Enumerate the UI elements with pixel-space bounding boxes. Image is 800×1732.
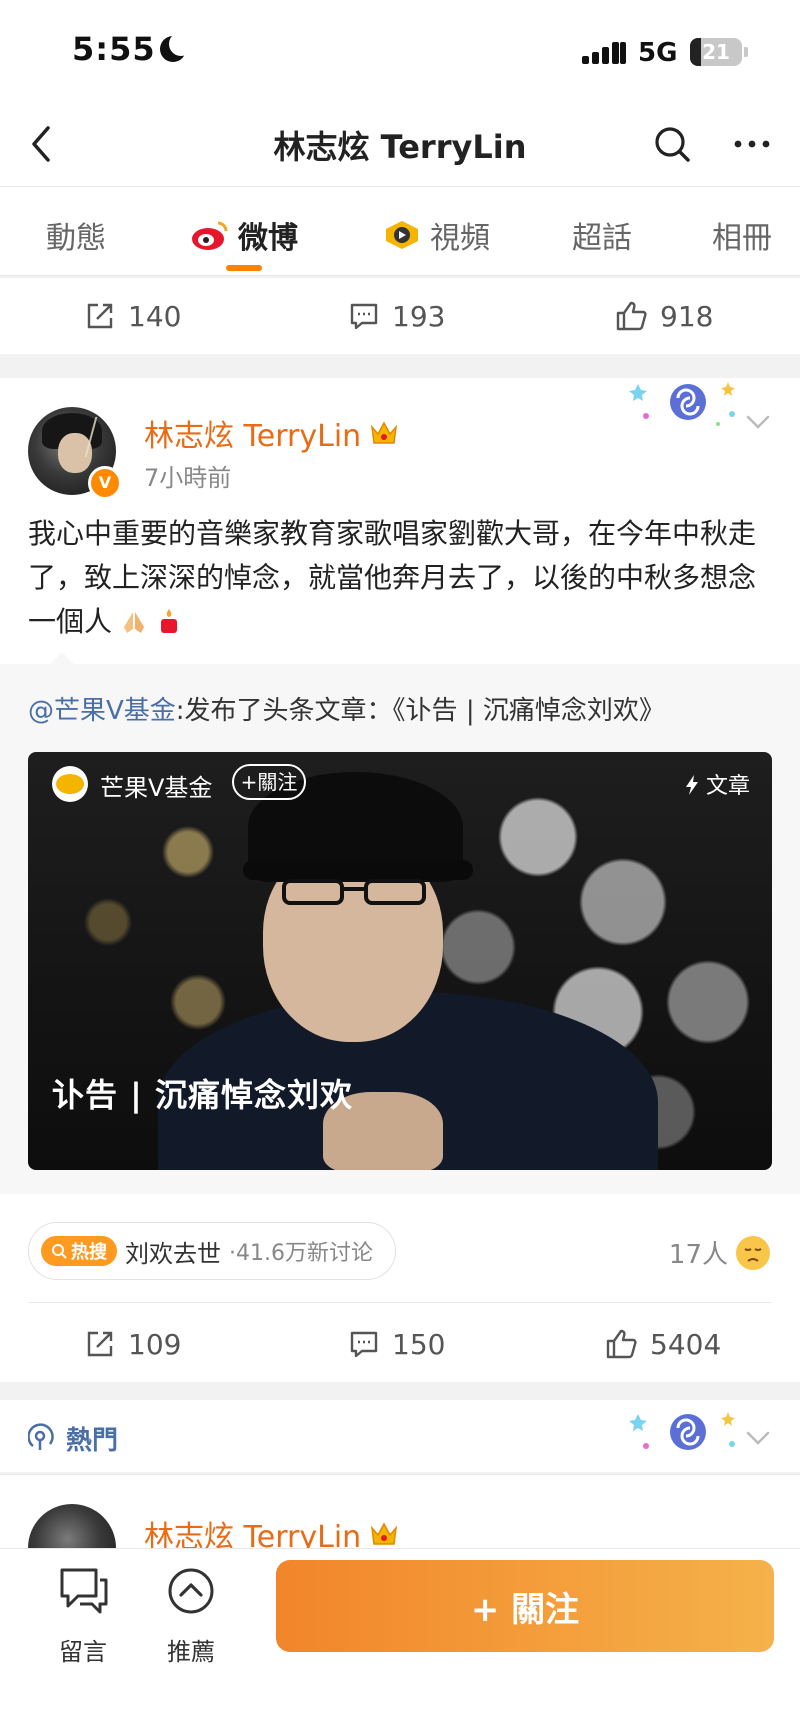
like-count: 5404 [650, 1327, 722, 1361]
cancer-sticker-icon [629, 382, 735, 426]
network-label: 5G [638, 38, 678, 68]
post-actions: 109 150 5404 [0, 1306, 800, 1382]
message-icon [60, 1568, 108, 1614]
pray-emoji-icon [123, 612, 144, 633]
tab-weibo[interactable]: 微博 [190, 213, 298, 257]
trend-meta: ·41.6万新讨论 [229, 1241, 373, 1266]
author-name: 林志炫 TerryLin [144, 419, 362, 454]
prev-post-actions: 140 193 918 [0, 278, 800, 354]
comment-icon [350, 1331, 378, 1358]
comment-count: 150 [392, 1327, 446, 1361]
hot-section-label: 熱門 [66, 1426, 119, 1456]
like-icon [616, 301, 647, 331]
comment-button[interactable]: 150 [348, 1306, 445, 1382]
weibo-icon [192, 221, 228, 250]
tab-feed[interactable]: 動態 [46, 213, 106, 257]
candle-emoji-icon [160, 609, 177, 633]
battery-cap [744, 47, 748, 57]
post-time: 7小時前 [144, 464, 232, 492]
search-icon [52, 1244, 67, 1259]
cancer-sticker-icon [629, 1412, 735, 1450]
tab-video[interactable]: 視頻 [382, 213, 490, 257]
repost-icon [87, 303, 113, 329]
repost-count: 140 [128, 299, 182, 333]
article-follow-button[interactable]: +關注 [232, 764, 306, 800]
tab-label: 動態 [46, 221, 106, 256]
article-tag: 文章 [685, 768, 750, 800]
divider [28, 1302, 772, 1303]
verified-badge-icon: V [88, 466, 122, 500]
repost-button[interactable]: 109 [84, 1306, 181, 1382]
video-icon [386, 221, 418, 249]
repost-icon [87, 1331, 113, 1357]
article-tag-label: 文章 [705, 774, 750, 799]
hot-search-badge: 热搜 [41, 1236, 117, 1266]
comment-tab-label: 留言 [59, 1638, 107, 1666]
recommend-tab-label: 推薦 [167, 1638, 215, 1666]
post-text: 我心中重要的音樂家教育家歌唱家劉歡大哥，在今年中秋走了，致上深深的悼念，就當他奔… [28, 512, 774, 644]
crown-icon [371, 421, 398, 444]
chevron-down-icon[interactable] [744, 412, 772, 432]
comment-tab-button[interactable]: 留言 [38, 1566, 128, 1667]
tab-supertopic[interactable]: 超話 [572, 213, 632, 257]
profile-tabs: 動態 微博 視頻 超話 相冊 [0, 187, 800, 276]
active-tab-indicator [226, 265, 262, 271]
repost-pointer [48, 652, 76, 666]
lightning-icon [685, 775, 698, 795]
like-button[interactable]: 5404 [604, 1306, 721, 1382]
article-title: 讣告 | 沉痛悼念刘欢 [52, 1076, 353, 1114]
repost-body: :发布了头条文章：《讣告 | 沉痛悼念刘欢》 [175, 696, 665, 726]
search-icon[interactable] [650, 122, 694, 166]
like-button[interactable]: 918 [614, 278, 713, 354]
hot-signal-icon [28, 1423, 54, 1450]
article-source: 芒果V基金 [100, 774, 213, 802]
nav-bar: 林志炫 TerryLin [0, 100, 800, 187]
tab-label: 微博 [238, 221, 298, 256]
status-time: 5:55 [72, 30, 156, 68]
battery-level: 21 [702, 40, 730, 64]
chevron-down-icon[interactable] [744, 1428, 772, 1448]
tab-label: 超話 [572, 221, 632, 256]
recommend-icon [168, 1568, 214, 1614]
like-icon [606, 1329, 637, 1359]
mango-logo-icon [52, 766, 88, 802]
article-card[interactable]: 芒果V基金 +關注 文章 讣告 | 沉痛悼念刘欢 [28, 752, 772, 1170]
signal-icon [582, 40, 626, 64]
repost-text: @芒果V基金:发布了头条文章：《讣告 | 沉痛悼念刘欢》 [28, 690, 665, 727]
trend-topic-chip[interactable]: 热搜 刘欢去世 ·41.6万新讨论 [28, 1222, 396, 1280]
recommend-tab-button[interactable]: 推薦 [146, 1566, 236, 1667]
crown-icon [371, 1522, 398, 1545]
moon-icon [160, 32, 193, 62]
repost-count: 109 [128, 1327, 182, 1361]
post-author[interactable]: 林志炫 TerryLin [144, 411, 399, 455]
repost-mention-link[interactable]: @芒果V基金 [28, 696, 176, 726]
article-photo-glasses [282, 879, 426, 905]
tab-label: 相冊 [712, 221, 772, 256]
hot-search-label: 热搜 [71, 1242, 107, 1263]
tab-album[interactable]: 相冊 [712, 213, 772, 257]
follow-button[interactable]: + 關注 [276, 1560, 774, 1652]
comment-icon [350, 303, 378, 330]
trend-topic: 刘欢去世 [125, 1239, 221, 1268]
repost-button[interactable]: 140 [84, 278, 181, 354]
comment-button[interactable]: 193 [348, 278, 445, 354]
reaction-people-count: 17人 [668, 1240, 728, 1270]
tab-label: 視頻 [430, 221, 490, 256]
more-icon[interactable] [728, 122, 776, 166]
status-bar: 5:55 5G 21 [0, 0, 800, 100]
sad-face-icon [736, 1236, 770, 1270]
next-post-card [0, 1474, 800, 1555]
battery-icon: 21 [690, 38, 742, 66]
like-count: 918 [660, 299, 714, 333]
comment-count: 193 [392, 299, 446, 333]
